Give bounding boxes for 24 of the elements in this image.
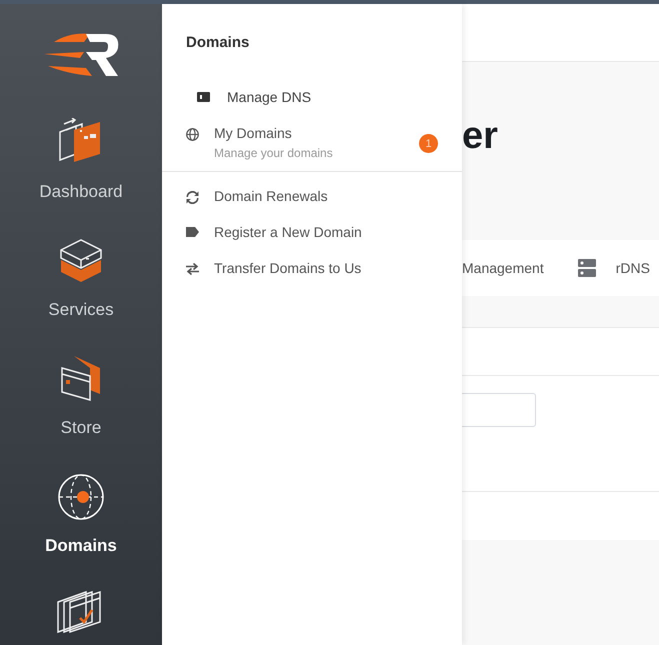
tag-icon xyxy=(186,227,199,237)
server-icon xyxy=(578,259,596,277)
count-badge: 1 xyxy=(419,134,438,153)
sidebar-item[interactable]: Services xyxy=(0,236,162,344)
sidebar-item[interactable]: Store xyxy=(0,354,162,462)
tab[interactable]: Management xyxy=(462,260,544,276)
menu-item[interactable]: My Domains Manage your domains xyxy=(214,125,333,160)
card-icon xyxy=(197,92,210,102)
menu-item[interactable]: Transfer Domains to Us xyxy=(162,260,462,296)
menu-item[interactable]: Domain Renewals xyxy=(162,188,462,224)
page-heading: er xyxy=(462,114,498,158)
menu-item-label: My Domains xyxy=(214,125,293,141)
refresh-icon xyxy=(186,191,199,204)
sidebar-item[interactable]: Dashboard xyxy=(0,118,162,226)
globe-icon xyxy=(56,472,106,522)
menu-item-subtitle: Manage your domains xyxy=(214,146,333,160)
tab[interactable]: rDNS xyxy=(578,259,650,277)
input-field[interactable] xyxy=(462,393,536,427)
sidebar-item[interactable]: Domains xyxy=(0,472,162,580)
transfer-icon xyxy=(186,263,199,275)
globe-icon xyxy=(186,128,199,141)
menu-item[interactable]: Register a New Domain xyxy=(162,224,462,260)
menu-title: Domains xyxy=(185,33,250,53)
menu-item[interactable]: Manage DNS xyxy=(162,89,462,125)
